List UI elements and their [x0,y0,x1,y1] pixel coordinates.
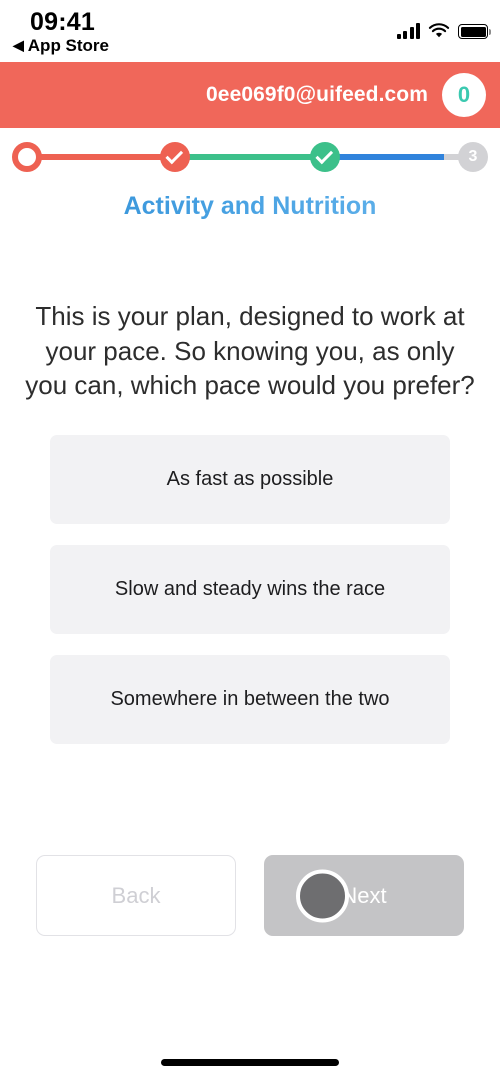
stepper-step-2[interactable] [160,142,190,172]
wifi-icon [428,23,450,39]
back-to-app-store-link[interactable]: ◀ App Store [13,36,109,56]
option-as-fast-as-possible[interactable]: As fast as possible [50,434,450,524]
account-email: 0ee069f0@uifeed.com [206,83,428,106]
points-badge[interactable]: 0 [442,73,486,117]
progress-stepper: 3 [0,128,500,184]
back-button-label: Back [111,882,161,908]
option-somewhere-in-between[interactable]: Somewhere in between the two [50,654,450,744]
stepper-step-4-label: 3 [468,148,478,165]
stepper-step-1[interactable] [12,142,42,172]
stepper-connector-1 [26,154,180,160]
next-button[interactable]: Next [264,855,464,936]
check-icon [315,146,334,164]
check-icon [165,146,184,164]
battery-icon [458,24,491,39]
app-screen: 09:41 ◀ App Store 0ee069f0@uifeed.com 0 [0,0,500,1080]
stepper-step-3[interactable] [310,142,340,172]
stepper-connector-2 [174,154,330,160]
answer-options: As fast as possible Slow and steady wins… [50,434,450,744]
page-title: Activity and Nutrition [0,192,500,221]
status-bar: 09:41 ◀ App Store [0,0,500,62]
app-bar: 0ee069f0@uifeed.com 0 [0,62,500,128]
back-arrow-icon: ◀ [13,37,24,53]
stepper-connector-3 [325,154,447,160]
home-indicator[interactable] [161,1059,339,1066]
back-to-app-store-label: App Store [27,36,110,55]
loading-spinner-icon [296,869,349,922]
status-icons [396,17,491,39]
status-time: 09:41 [30,8,95,36]
back-button[interactable]: Back [36,855,236,936]
question-text: This is your plan, designed to work at y… [25,301,475,401]
footer-actions: Back Next [0,855,500,936]
option-slow-and-steady[interactable]: Slow and steady wins the race [50,544,450,634]
cellular-signal-icon [396,23,420,39]
stepper-step-4[interactable]: 3 [458,142,488,172]
